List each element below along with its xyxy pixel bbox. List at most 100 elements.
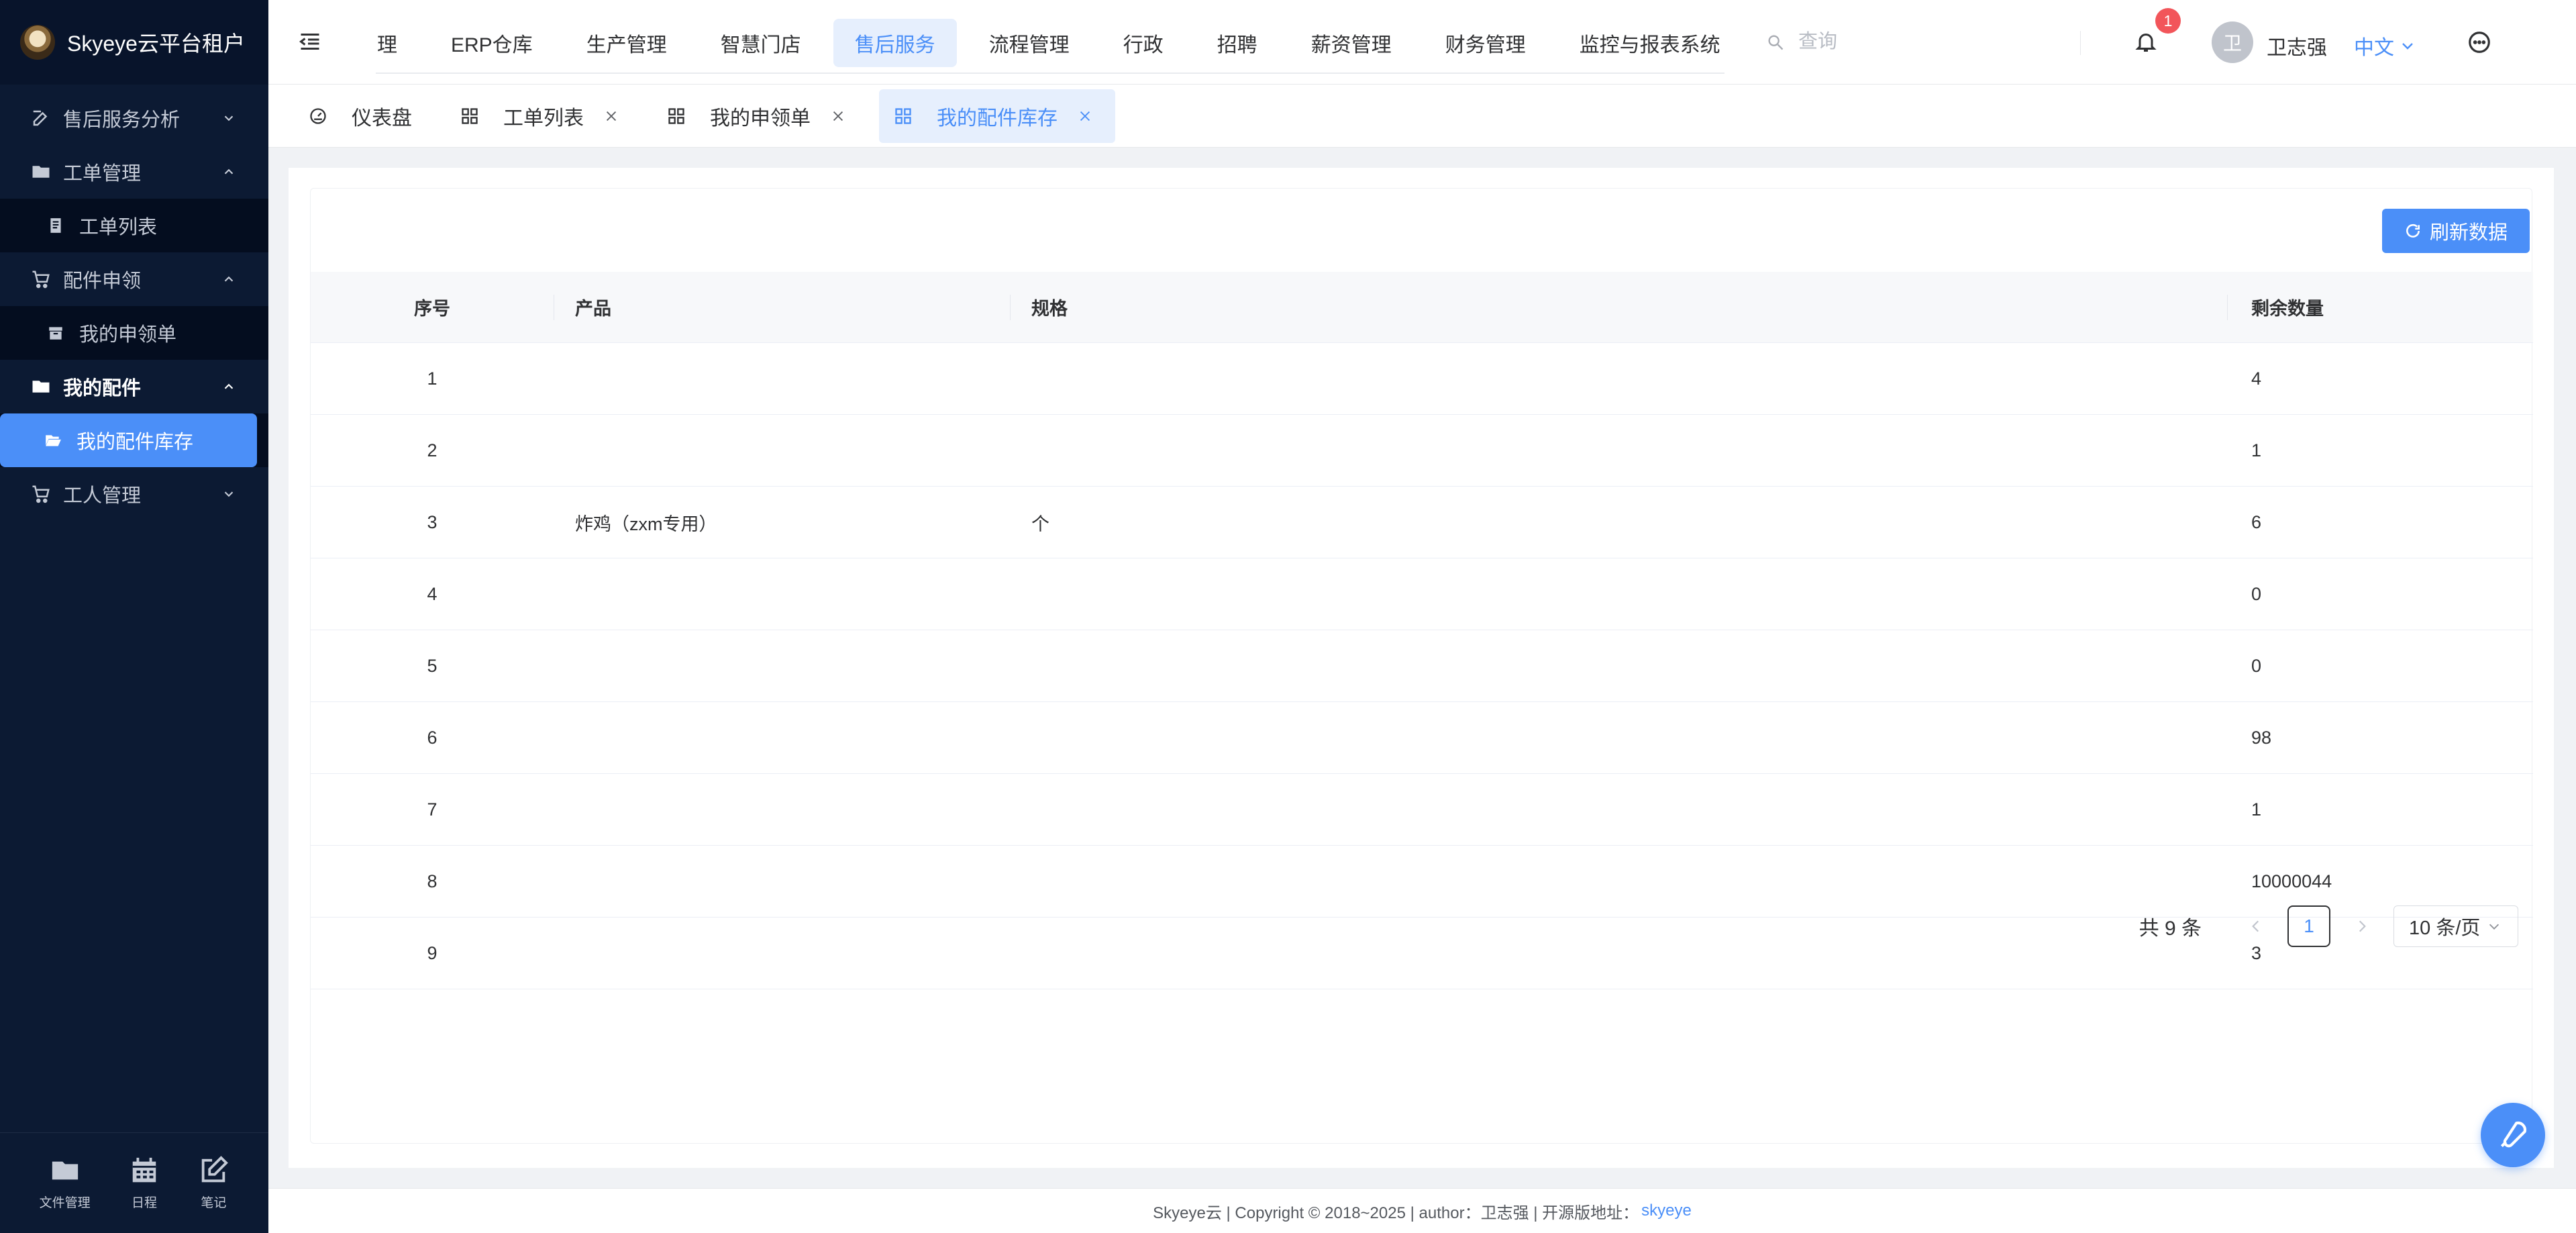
- footer-text: Skyeye云 | Copyright © 2018~2025 | author…: [1153, 1203, 1639, 1222]
- sidebar-group-parts-claim[interactable]: 配件申领: [0, 252, 268, 306]
- cell-remaining: 98: [2251, 727, 2272, 748]
- parts-stock-table: 序号 产品 规格 剩余数量 1 4 2 1 3 炸鸡（zxm专用）个 6 4 0 5 0 6 98 7 1 8…: [311, 272, 2533, 989]
- sidebar-active-wrap: 我的配件库存: [0, 413, 268, 467]
- topnav-item-monitoring-reports[interactable]: 监控与报表系统: [1558, 19, 1724, 67]
- cart-icon: [32, 270, 50, 289]
- topnav-item-payroll[interactable]: 薪资管理: [1290, 19, 1413, 67]
- view-tabs-bar: 仪表盘 工单列表 我的申领单 我的配件库存: [268, 85, 2576, 148]
- sidebar-group-label: 配件申领: [63, 270, 142, 292]
- language-label: 中文: [2354, 37, 2394, 59]
- total-count: 共 9 条: [2139, 918, 2202, 940]
- collapse-menu-icon[interactable]: [298, 30, 322, 54]
- sidebar-item-my-claims[interactable]: 我的申领单: [0, 306, 268, 360]
- chevron-down-icon: [224, 491, 234, 497]
- tab-dashboard[interactable]: 仪表盘: [294, 89, 435, 143]
- sidebar-item-label: 我的配件库存: [76, 432, 194, 453]
- sidebar-group-my-parts[interactable]: 我的配件: [0, 360, 268, 413]
- chevron-up-icon: [224, 276, 234, 282]
- column-header-index: 序号: [414, 299, 450, 319]
- tool-label: 日程: [131, 1196, 157, 1210]
- close-icon[interactable]: [831, 109, 845, 124]
- topnav-item-erp-warehouse[interactable]: ERP仓库: [429, 19, 554, 67]
- table-row[interactable]: 40: [311, 558, 2533, 630]
- search-input[interactable]: [1798, 31, 2000, 53]
- logo-image: [20, 25, 55, 60]
- avatar[interactable]: 卫: [2212, 21, 2253, 63]
- folder-icon: [52, 1161, 78, 1180]
- topnav-item-partial[interactable]: 理: [377, 19, 419, 67]
- topnav-item-administration[interactable]: 行政: [1102, 19, 1185, 67]
- cell-remaining: 6: [2251, 511, 2262, 532]
- table-row[interactable]: 3 炸鸡（zxm专用） 个 6: [311, 487, 2533, 558]
- table-row[interactable]: 71: [311, 774, 2533, 846]
- cell-index: 2: [427, 440, 437, 460]
- topnav-item-production[interactable]: 生产管理: [565, 19, 688, 67]
- calendar-icon: [132, 1157, 156, 1183]
- sidebar-group-after-sales-analysis[interactable]: 售后服务分析: [0, 91, 268, 145]
- cart-icon: [32, 485, 50, 503]
- tools-float-button[interactable]: [2481, 1103, 2545, 1167]
- bell-icon[interactable]: [2134, 30, 2158, 54]
- tab-label: 我的配件库存: [937, 107, 1058, 130]
- sidebar-item-work-order-list[interactable]: 工单列表: [0, 199, 268, 252]
- tab-my-claims[interactable]: 我的申领单: [652, 89, 868, 143]
- file-management-button[interactable]: 文件管理: [40, 1155, 91, 1211]
- prev-page-icon[interactable]: [2247, 918, 2265, 935]
- document-icon: [50, 218, 61, 233]
- topnav-item-smart-store[interactable]: 智慧门店: [699, 19, 823, 67]
- logo-area[interactable]: Skyeye云平台租户: [0, 0, 268, 85]
- language-switcher[interactable]: 中文: [2354, 31, 2416, 60]
- cell-index: 3: [427, 511, 437, 532]
- tab-label: 仪表盘: [352, 107, 412, 130]
- top-navigation: 理 ERP仓库 生产管理 智慧门店 售后服务 流程管理 行政 招聘 薪资管理 财…: [376, 13, 1724, 74]
- sidebar-group-label: 工单管理: [63, 163, 142, 185]
- tool-label: 文件管理: [39, 1196, 91, 1210]
- cell-product: 炸鸡（zxm专用）: [575, 513, 717, 534]
- chevron-down-icon: [2489, 924, 2500, 930]
- close-icon[interactable]: [1078, 109, 1092, 124]
- cell-index: 4: [427, 583, 437, 604]
- pagination: 共 9 条 1 10 条/页: [2139, 905, 2518, 947]
- sidebar-group-worker-management[interactable]: 工人管理: [0, 467, 268, 521]
- sidebar-group-work-orders[interactable]: 工单管理: [0, 145, 268, 199]
- sidebar-item-my-parts-stock[interactable]: 我的配件库存: [0, 413, 257, 467]
- topnav-item-recruitment[interactable]: 招聘: [1196, 19, 1279, 67]
- tab-label: 工单列表: [503, 107, 584, 130]
- note-icon: [202, 1156, 229, 1183]
- cell-index: 1: [427, 368, 437, 389]
- sidebar-group-label: 售后服务分析: [63, 109, 181, 131]
- table-row[interactable]: 21: [311, 415, 2533, 487]
- footer-source-link[interactable]: skyeye: [1641, 1201, 1692, 1220]
- refresh-data-button[interactable]: 刷新数据: [2382, 209, 2530, 253]
- grid-icon: [462, 107, 478, 124]
- topnav-item-workflow[interactable]: 流程管理: [968, 19, 1091, 67]
- topnav-item-finance[interactable]: 财务管理: [1424, 19, 1547, 67]
- folder-open-icon: [46, 435, 61, 446]
- sidebar: Skyeye云平台租户 售后服务分析 工单管理 工单列表 配件申领 我的申领单: [0, 0, 268, 1233]
- grid-icon: [895, 107, 911, 124]
- page-size-select[interactable]: 10 条/页: [2393, 905, 2518, 947]
- close-icon[interactable]: [604, 109, 619, 124]
- chat-icon[interactable]: [2467, 30, 2492, 55]
- tab-work-order-list[interactable]: 工单列表: [446, 89, 641, 143]
- table-row[interactable]: 50: [311, 630, 2533, 702]
- notes-button[interactable]: 笔记: [198, 1155, 229, 1211]
- page-size-label: 10 条/页: [2409, 918, 2481, 939]
- sidebar-item-label: 我的申领单: [79, 324, 177, 346]
- column-header-product: 产品: [554, 272, 1010, 343]
- schedule-button[interactable]: 日程: [129, 1155, 160, 1211]
- page-number-button[interactable]: 1: [2287, 905, 2330, 947]
- table-row[interactable]: 6 98: [311, 702, 2533, 774]
- cell-index: 8: [427, 871, 437, 891]
- table-row[interactable]: 14: [311, 343, 2533, 415]
- topnav-item-after-sales[interactable]: 售后服务: [833, 19, 957, 67]
- search-icon: [1768, 35, 1784, 50]
- cell-remaining: 1: [2251, 440, 2262, 460]
- edit-icon: [33, 110, 48, 126]
- next-page-icon[interactable]: [2353, 918, 2371, 935]
- user-name[interactable]: 卫志强: [2267, 31, 2327, 60]
- cell-remaining: 10000044: [2251, 871, 2332, 891]
- wrench-icon: [2500, 1121, 2527, 1148]
- tab-my-parts-stock[interactable]: 我的配件库存: [879, 89, 1115, 143]
- sidebar-group-label: 我的配件: [63, 378, 142, 399]
